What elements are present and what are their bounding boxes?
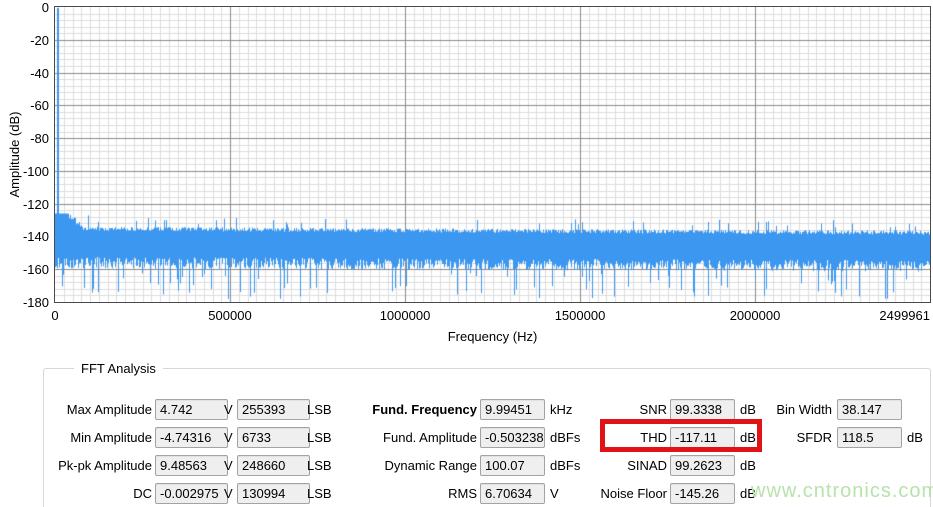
plot-area <box>54 6 931 303</box>
y-tick-label: -140 <box>22 229 49 245</box>
x-tick-label: 500000 <box>208 308 252 323</box>
bin-width-field[interactable]: 38.147 <box>837 399 902 420</box>
y-tick-label: -40 <box>30 65 49 81</box>
sinad-unit: dB <box>740 458 756 473</box>
pkpk-amplitude-volts-unit: V <box>224 458 233 473</box>
min-amplitude-volts-field[interactable]: -4.74316 <box>155 427 228 448</box>
fund-frequency-field[interactable]: 9.99451 <box>480 399 545 420</box>
thd-label: THD <box>640 430 667 445</box>
dc-volts-field[interactable]: -0.002975 <box>155 483 228 504</box>
min-amplitude-label: Min Amplitude <box>70 430 152 445</box>
x-tick-label: 2000000 <box>729 308 781 323</box>
y-tick-label: -180 <box>22 295 49 310</box>
rms-unit: V <box>550 486 559 501</box>
x-tick-label: 0 <box>51 308 59 323</box>
sinad-field[interactable]: 99.2623 <box>670 455 735 476</box>
dc-label: DC <box>133 486 152 501</box>
sfdr-field[interactable]: 118.5 <box>837 427 902 448</box>
x-tick-label: 1000000 <box>379 308 431 323</box>
dc-lsb-field[interactable]: 130994 <box>237 483 310 504</box>
sfdr-label: SFDR <box>796 430 832 445</box>
watermark: www.cntronics.com <box>751 480 933 502</box>
min-amplitude-lsb-unit: LSB <box>307 430 332 445</box>
pkpk-amplitude-lsb-field[interactable]: 248660 <box>237 455 310 476</box>
y-tick-label: -20 <box>30 32 49 48</box>
pkpk-amplitude-lsb-unit: LSB <box>307 458 332 473</box>
x-axis-title: Frequency (Hz) <box>447 329 538 344</box>
spectrum-plot-canvas <box>55 7 930 302</box>
dynamic-range-field[interactable]: 100.07 <box>480 455 545 476</box>
max-amplitude-volts-unit: V <box>224 402 233 417</box>
y-tick-label: -120 <box>22 196 49 212</box>
y-tick-label: -160 <box>22 262 49 278</box>
y-tick-label: -100 <box>22 163 49 179</box>
dc-lsb-unit: LSB <box>307 486 332 501</box>
min-amplitude-volts-unit: V <box>224 430 233 445</box>
sinad-label: SINAD <box>627 458 667 473</box>
bin-width-label: Bin Width <box>776 402 832 417</box>
snr-label: SNR <box>639 402 667 417</box>
pkpk-amplitude-label: Pk-pk Amplitude <box>58 458 152 473</box>
fund-amplitude-label: Fund. Amplitude <box>383 430 477 445</box>
dc-volts-unit: V <box>224 486 233 501</box>
thd-field[interactable]: -117.11 <box>670 427 735 448</box>
noise-floor-field[interactable]: -145.26 <box>670 483 735 504</box>
fund-amplitude-field[interactable]: -0.503238 <box>480 427 545 448</box>
max-amplitude-lsb-unit: LSB <box>307 402 332 417</box>
noise-floor-label: Noise Floor <box>600 486 667 501</box>
x-tick-label: 1500000 <box>554 308 606 323</box>
rms-label: RMS <box>448 486 477 501</box>
y-tick-label: 0 <box>41 0 49 15</box>
min-amplitude-lsb-field[interactable]: 6733 <box>237 427 310 448</box>
max-amplitude-volts-field[interactable]: 4.742 <box>155 399 228 420</box>
dynamic-range-label: Dynamic Range <box>384 458 478 473</box>
fft-analyzer-window: Amplitude (dB) 0 -20 -40 -60 -80 -100 -120 -140… <box>0 0 933 507</box>
y-tick-label: -80 <box>30 131 49 147</box>
snr-field[interactable]: 99.3338 <box>670 399 735 420</box>
fft-analysis-group-title: FFT Analysis <box>81 361 156 376</box>
pkpk-amplitude-volts-field[interactable]: 9.48563 <box>155 455 228 476</box>
fund-frequency-label: Fund. Frequency <box>372 402 477 417</box>
max-amplitude-label: Max Amplitude <box>66 402 152 417</box>
y-tick-label: -60 <box>30 98 49 114</box>
max-amplitude-lsb-field[interactable]: 255393 <box>237 399 310 420</box>
y-axis-title: Amplitude (dB) <box>7 111 22 198</box>
sfdr-unit: dB <box>907 430 923 445</box>
rms-field[interactable]: 6.70634 <box>480 483 545 504</box>
x-tick-label: 2499961 <box>879 308 930 323</box>
